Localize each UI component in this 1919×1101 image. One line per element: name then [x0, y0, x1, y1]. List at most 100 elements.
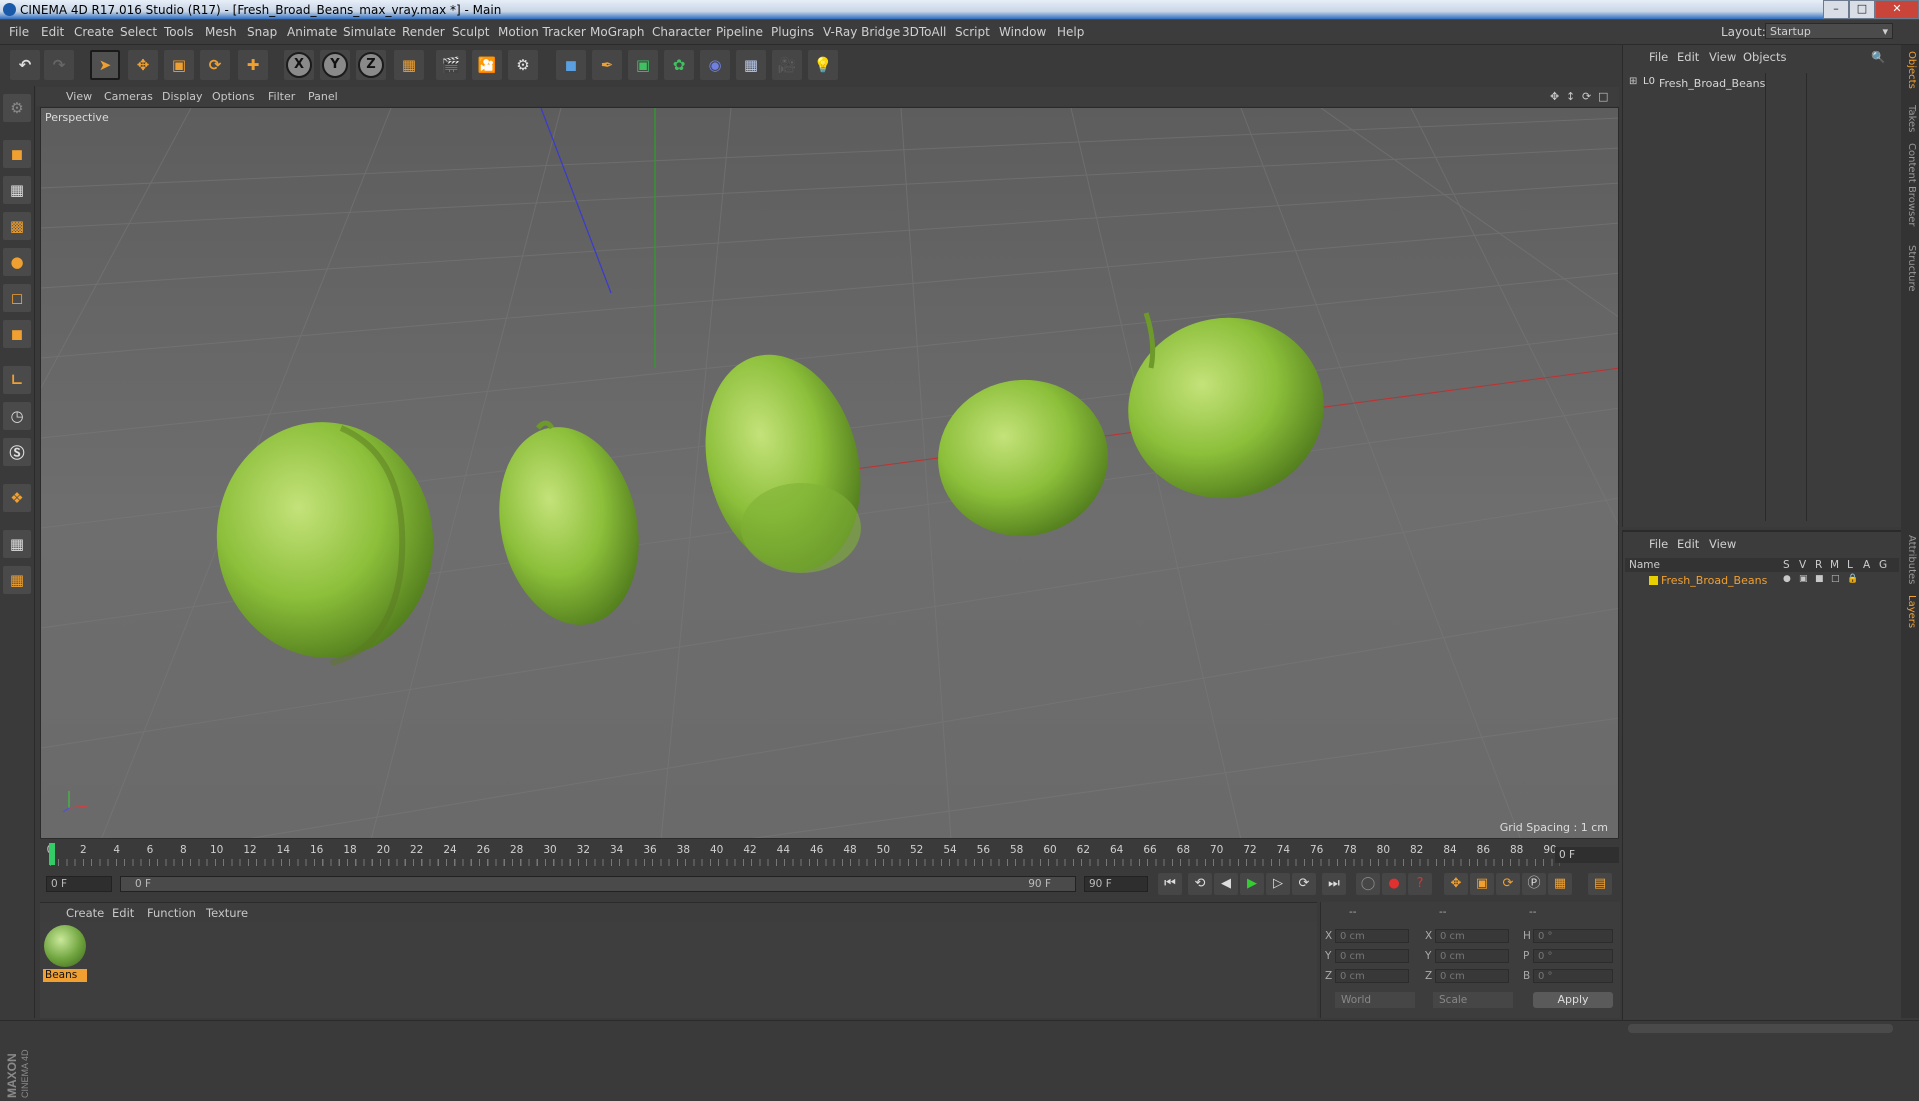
autokey-button[interactable]: ● — [1382, 873, 1406, 895]
key-parameter-button[interactable]: Ⓟ — [1522, 873, 1546, 895]
axis-mode-button[interactable]: ∟ — [3, 366, 31, 394]
viewport-rotate-icon[interactable]: ⟳ — [1582, 90, 1591, 103]
manager-toggle-icon[interactable]: □ — [1831, 574, 1840, 584]
bean-model[interactable] — [1114, 302, 1338, 513]
redo-button[interactable]: ↷ — [44, 50, 74, 80]
subdivision-surface-button[interactable]: ▣ — [628, 50, 658, 80]
record-keys-button[interactable]: ◯ — [1356, 873, 1380, 895]
pos-x-field[interactable]: 0 cm — [1335, 929, 1409, 943]
menu-window[interactable]: Window — [999, 25, 1046, 39]
menu-plugins[interactable]: Plugins — [771, 25, 814, 39]
menu-motion-tracker[interactable]: Motion Tracker — [498, 25, 586, 39]
pos-y-field[interactable]: 0 cm — [1335, 949, 1409, 963]
size-y-field[interactable]: 0 cm — [1435, 949, 1509, 963]
side-tab-structure[interactable]: Structure — [1903, 245, 1917, 292]
side-tab-content-browser[interactable]: Content Browser — [1903, 143, 1917, 226]
viewport-maximize-icon[interactable]: □ — [1598, 90, 1608, 103]
make-editable-button[interactable]: ⚙ — [3, 94, 31, 122]
bean-model[interactable] — [684, 338, 883, 588]
side-tab-takes[interactable]: Takes — [1903, 105, 1917, 132]
timeline-button[interactable]: ▤ — [1588, 873, 1612, 895]
live-selection-button[interactable]: ✚ — [238, 50, 268, 80]
key-position-button[interactable]: ✥ — [1444, 873, 1468, 895]
menu-create[interactable]: Create — [74, 25, 114, 39]
points-mode-button[interactable]: ● — [3, 248, 31, 276]
menu-character[interactable]: Character — [652, 25, 711, 39]
current-frame-field[interactable]: 0 F — [1555, 847, 1619, 863]
lock-icon[interactable]: 🔒 — [1847, 574, 1858, 584]
layer-color-swatch[interactable] — [1649, 576, 1658, 585]
menu-render[interactable]: Render — [402, 25, 445, 39]
tweak-mode-button[interactable]: ◷ — [3, 402, 31, 430]
viewport-menu-cameras[interactable]: Cameras — [104, 90, 153, 103]
next-frame-button[interactable]: ▷ — [1266, 873, 1290, 895]
maximize-button[interactable]: □ — [1849, 0, 1875, 19]
menu-select[interactable]: Select — [120, 25, 157, 39]
minimize-button[interactable]: – — [1823, 0, 1849, 19]
material-menu-edit[interactable]: Edit — [112, 906, 134, 920]
play-button[interactable]: ▶ — [1240, 873, 1264, 895]
rot-b-field[interactable]: 0 ° — [1533, 969, 1613, 983]
select-tool-button[interactable]: ➤ — [90, 50, 120, 80]
start-frame-field[interactable]: 0 F — [46, 876, 112, 892]
end-frame-field[interactable]: 90 F — [1084, 876, 1148, 892]
material-menu-create[interactable]: Create — [66, 906, 104, 920]
render-picture-viewer-button[interactable]: 🎦 — [472, 50, 502, 80]
menu-snap[interactable]: Snap — [247, 25, 277, 39]
cube-button[interactable]: ◼ — [556, 50, 586, 80]
menu-file[interactable]: File — [9, 25, 29, 39]
undo-button[interactable]: ↶ — [10, 50, 40, 80]
key-rotation-button[interactable]: ⟳ — [1496, 873, 1520, 895]
menu-simulate[interactable]: Simulate — [343, 25, 396, 39]
menu-animate[interactable]: Animate — [287, 25, 337, 39]
timeline-playhead[interactable] — [49, 843, 55, 865]
model-mode-button[interactable]: ◼ — [3, 140, 31, 168]
edges-mode-button[interactable]: ◻ — [3, 284, 31, 312]
material-menu-function[interactable]: Function — [147, 906, 196, 920]
viewport-zoom-icon[interactable]: ↕ — [1566, 90, 1575, 103]
camera-button[interactable]: 🎥 — [772, 50, 802, 80]
pos-z-field[interactable]: 0 cm — [1335, 969, 1409, 983]
horizontal-scrollbar[interactable] — [1628, 1024, 1893, 1033]
magnet-button[interactable]: ❖ — [3, 484, 31, 512]
layer-row[interactable]: Fresh_Broad_Beans ● ▣ ■ □ 🔒 — [1625, 573, 1899, 588]
polygons-mode-button[interactable]: ◼ — [3, 320, 31, 348]
floor-button[interactable]: ▦ — [736, 50, 766, 80]
deformer-button[interactable]: ◉ — [700, 50, 730, 80]
menu-3dtoall[interactable]: 3DToAll — [902, 25, 946, 39]
workplane-mode-button[interactable]: ▩ — [3, 212, 31, 240]
layers-menu-file[interactable]: File — [1649, 537, 1668, 551]
rotate-tool-button[interactable]: ⟳ — [200, 50, 230, 80]
size-z-field[interactable]: 0 cm — [1435, 969, 1509, 983]
previous-key-button[interactable]: ⟲ — [1188, 873, 1212, 895]
menu-pipeline[interactable]: Pipeline — [716, 25, 763, 39]
next-key-button[interactable]: ⟳ — [1292, 873, 1316, 895]
menu-sculpt[interactable]: Sculpt — [452, 25, 489, 39]
render-view-button[interactable]: 🎬 — [436, 50, 466, 80]
menu-edit[interactable]: Edit — [41, 25, 64, 39]
menu-mesh[interactable]: Mesh — [205, 25, 237, 39]
visible-toggle-icon[interactable]: ▣ — [1799, 574, 1808, 584]
menu-script[interactable]: Script — [955, 25, 990, 39]
viewport-move-icon[interactable]: ✥ — [1550, 90, 1559, 103]
viewport-menu-options[interactable]: Options — [212, 90, 254, 103]
frame-range-slider[interactable]: 0 F 90 F — [120, 876, 1076, 892]
grid-snap-button[interactable]: ▦ — [3, 566, 31, 594]
side-tab-attributes[interactable]: Attributes — [1903, 535, 1917, 584]
viewport-perspective[interactable]: Perspective Grid Spacing : 1 cm — [40, 107, 1619, 839]
texture-mode-button[interactable]: ▦ — [3, 176, 31, 204]
z-axis-lock-button[interactable]: Z — [356, 50, 386, 80]
apply-button[interactable]: Apply — [1533, 992, 1613, 1008]
previous-frame-button[interactable]: ◀ — [1214, 873, 1238, 895]
x-axis-lock-button[interactable]: X — [284, 50, 314, 80]
size-mode-dropdown[interactable]: Scale — [1433, 992, 1513, 1008]
go-to-end-button[interactable]: ⏭ — [1322, 873, 1346, 895]
cloner-button[interactable]: ✿ — [664, 50, 694, 80]
solo-toggle-icon[interactable]: ● — [1783, 574, 1791, 584]
move-tool-button[interactable]: ✥ — [128, 50, 158, 80]
go-to-start-button[interactable]: ⏮ — [1158, 873, 1182, 895]
workplane-lock-button[interactable]: ▦ — [3, 530, 31, 558]
pen-spline-button[interactable]: ✒ — [592, 50, 622, 80]
objects-menu-edit[interactable]: Edit — [1677, 50, 1699, 64]
viewport-menu-panel[interactable]: Panel — [308, 90, 338, 103]
